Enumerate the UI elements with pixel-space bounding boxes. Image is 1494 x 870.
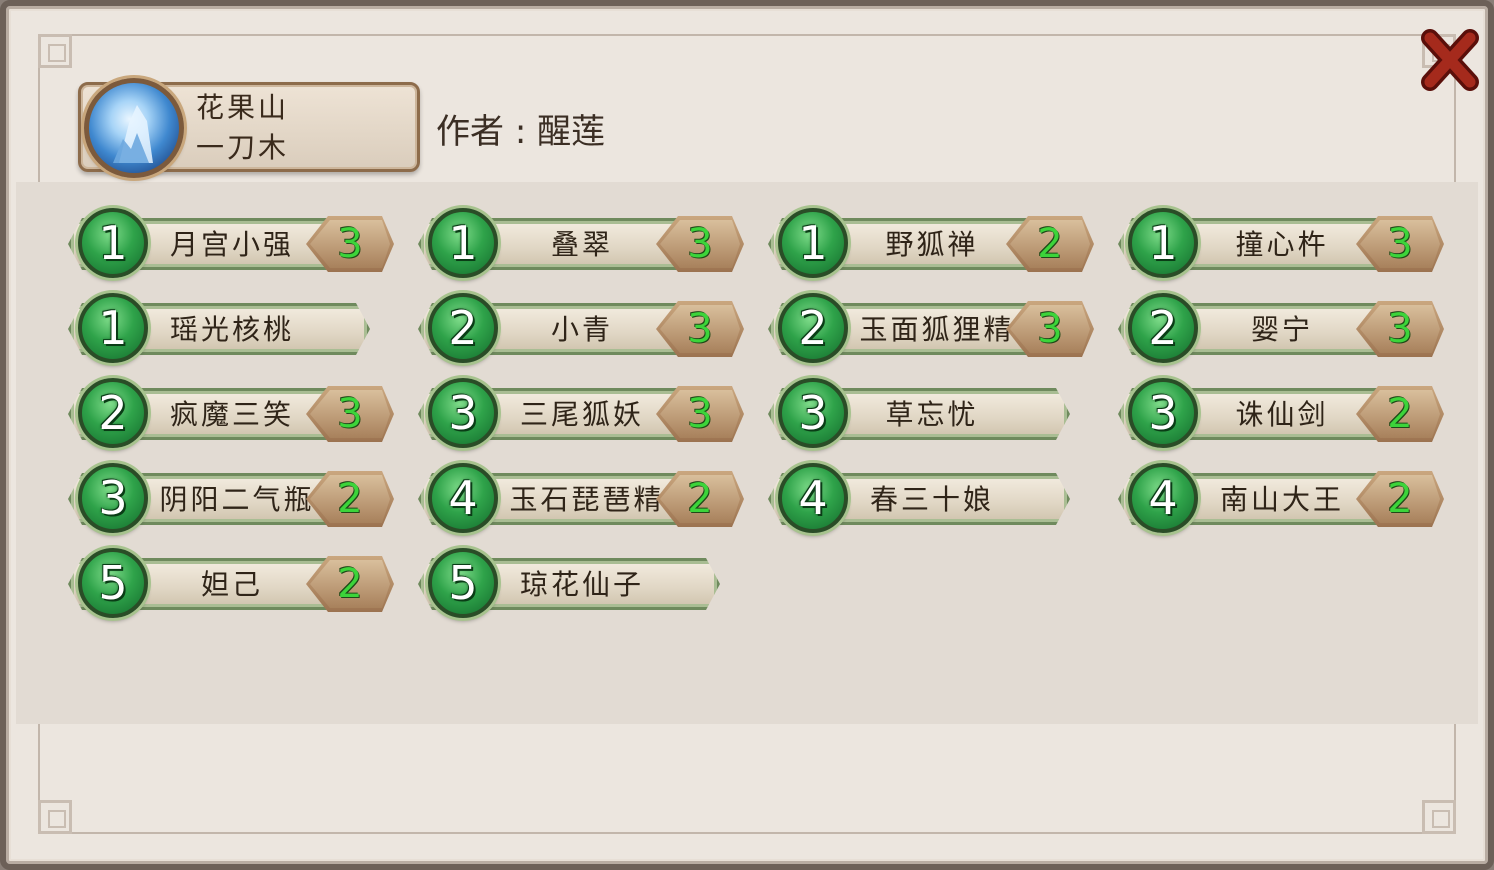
- lineup-card[interactable]: 1 撞心杵 3: [1116, 208, 1446, 280]
- character-name: 草忘忧: [885, 398, 979, 431]
- lineup-card[interactable]: 4 南山大王 2: [1116, 463, 1446, 535]
- character-name: 月宫小强: [169, 228, 294, 261]
- tier-badge: 5: [78, 548, 148, 618]
- tier-badge: 4: [778, 463, 848, 533]
- corner-ornament-bl: [38, 800, 72, 834]
- tier-badge: 3: [1128, 378, 1198, 448]
- corner-ornament-br: [1422, 800, 1456, 834]
- count-value: 3: [337, 221, 363, 267]
- lineup-card[interactable]: 2 婴宁 3: [1116, 293, 1446, 365]
- character-name: 小青: [550, 313, 613, 346]
- count-value: 2: [1387, 391, 1413, 437]
- lineup-card[interactable]: 4 春三十娘: [766, 463, 1096, 535]
- lineup-card[interactable]: 5 妲己 2: [66, 548, 396, 620]
- player-name: 一刀木: [196, 131, 290, 164]
- tier-badge: 4: [428, 463, 498, 533]
- character-name: 玉面狐狸精: [859, 313, 1015, 346]
- tier-badge: 5: [428, 548, 498, 618]
- character-name: 撞心杵: [1235, 228, 1329, 261]
- lineup-card[interactable]: 2 小青 3: [416, 293, 746, 365]
- lineup-card[interactable]: 2 玉面狐狸精 3: [766, 293, 1096, 365]
- character-name: 野狐禅: [885, 228, 979, 261]
- lineup-card[interactable]: 3 诛仙剑 2: [1116, 378, 1446, 450]
- tier-badge: 1: [78, 293, 148, 363]
- mountain-avatar-icon: [84, 78, 184, 178]
- tier-badge: 3: [428, 378, 498, 448]
- close-button[interactable]: [1416, 24, 1484, 96]
- count-value: 2: [1387, 476, 1413, 522]
- tier-badge: 2: [78, 378, 148, 448]
- tier-badge: 2: [1128, 293, 1198, 363]
- region-name: 花果山: [196, 91, 290, 124]
- character-name: 琼花仙子: [519, 568, 644, 601]
- count-value: 3: [687, 391, 713, 437]
- author-name: 醒莲: [537, 112, 606, 152]
- tier-badge: 3: [778, 378, 848, 448]
- lineup-card[interactable]: 2 疯魔三笑 3: [66, 378, 396, 450]
- lineup-card[interactable]: 3 三尾狐妖 3: [416, 378, 746, 450]
- count-value: 3: [1387, 306, 1413, 352]
- tier-badge: 1: [778, 208, 848, 278]
- character-name: 瑶光核桃: [169, 313, 294, 346]
- lineup-card[interactable]: 5 琼花仙子: [416, 548, 746, 620]
- character-name: 南山大王: [1219, 483, 1344, 516]
- tier-badge: 1: [1128, 208, 1198, 278]
- author-credit: 作者 : 醒莲: [436, 104, 605, 153]
- character-name: 婴宁: [1250, 313, 1313, 346]
- character-name: 诛仙剑: [1235, 398, 1329, 431]
- character-name: 春三十娘: [869, 483, 994, 516]
- tier-badge: 1: [428, 208, 498, 278]
- author-label: 作者: [436, 112, 504, 152]
- character-name: 妲己: [200, 568, 263, 601]
- tier-badge: 2: [428, 293, 498, 363]
- count-value: 2: [337, 476, 363, 522]
- tier-badge: 3: [78, 463, 148, 533]
- lineup-card[interactable]: 4 玉石琵琶精 2: [416, 463, 746, 535]
- character-name: 疯魔三笑: [169, 398, 294, 431]
- count-value: 2: [687, 476, 713, 522]
- lineup-card[interactable]: 1 月宫小强 3: [66, 208, 396, 280]
- corner-ornament-tl: [38, 34, 72, 68]
- count-value: 3: [687, 221, 713, 267]
- tier-badge: 1: [78, 208, 148, 278]
- count-value: 3: [1387, 221, 1413, 267]
- tier-badge: 4: [1128, 463, 1198, 533]
- character-name: 三尾狐妖: [519, 398, 644, 431]
- count-value: 3: [687, 306, 713, 352]
- tier-badge: 2: [778, 293, 848, 363]
- count-value: 3: [1037, 306, 1063, 352]
- count-value: 3: [337, 391, 363, 437]
- lineup-card[interactable]: 1 瑶光核桃: [66, 293, 396, 365]
- character-name: 玉石琵琶精: [509, 483, 665, 516]
- lineup-card[interactable]: 3 阴阳二气瓶 2: [66, 463, 396, 535]
- lineup-card[interactable]: 3 草忘忧: [766, 378, 1096, 450]
- lineup-card[interactable]: 1 野狐禅 2: [766, 208, 1096, 280]
- lineup-card[interactable]: 1 叠翠 3: [416, 208, 746, 280]
- character-name: 叠翠: [550, 228, 613, 261]
- count-value: 2: [1037, 221, 1063, 267]
- character-name: 阴阳二气瓶: [159, 483, 315, 516]
- close-icon: [1421, 29, 1479, 91]
- author-separator: :: [514, 112, 527, 152]
- count-value: 2: [337, 561, 363, 607]
